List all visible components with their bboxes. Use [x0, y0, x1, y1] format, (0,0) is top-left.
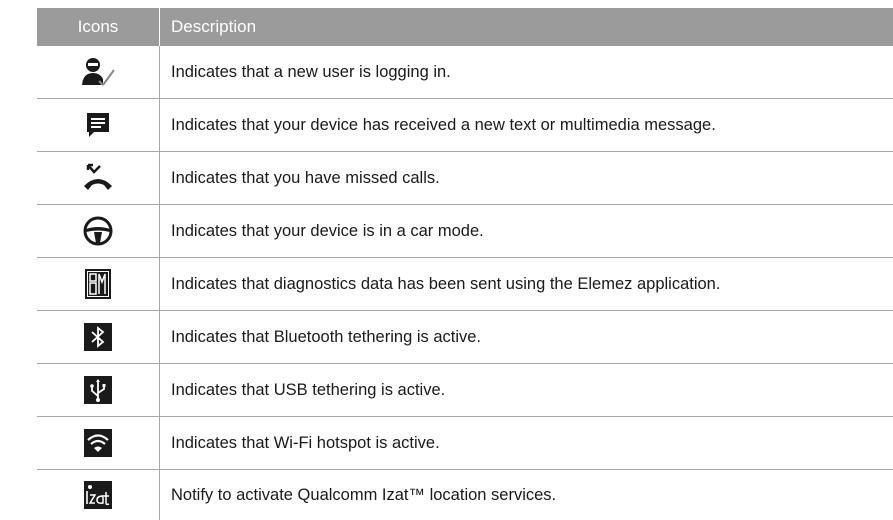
row-description: Notify to activate Qualcomm Izat™ locati… — [171, 485, 557, 504]
usb-tethering-icon — [84, 376, 112, 404]
row-description: Indicates that USB tethering is active. — [171, 380, 446, 399]
row-description: Indicates that your device has received … — [171, 115, 716, 134]
wifi-hotspot-icon — [84, 429, 112, 457]
row-description: Indicates that Wi-Fi hotspot is active. — [171, 433, 440, 452]
bluetooth-tethering-icon — [84, 323, 112, 351]
car-mode-icon — [83, 216, 113, 246]
row-description: Indicates that your device is in a car m… — [171, 221, 484, 240]
table-header: Icons Description — [37, 8, 893, 46]
icons-table: Icons Description Indicates that a new u… — [37, 8, 893, 520]
table-row: Indicates that diagnostics data has been… — [37, 258, 893, 311]
izat-location-icon — [84, 481, 112, 509]
row-description: Indicates that a new user is logging in. — [171, 62, 451, 81]
user-login-icon — [82, 58, 115, 86]
header-description: Description — [171, 17, 257, 36]
table-row: Indicates that Bluetooth tethering is ac… — [37, 311, 893, 364]
table-row: Indicates that your device has received … — [37, 99, 893, 152]
table-row: Indicates that USB tethering is active. — [37, 364, 893, 417]
table-row: Notify to activate Qualcomm Izat™ locati… — [37, 470, 893, 520]
table-row: Indicates that Wi-Fi hotspot is active. — [37, 417, 893, 470]
table-row: Indicates that your device is in a car m… — [37, 205, 893, 258]
elemez-diagnostics-icon — [85, 269, 111, 299]
table-row: Indicates that a new user is logging in. — [37, 46, 893, 99]
header-icons: Icons — [37, 8, 160, 46]
row-description: Indicates that you have missed calls. — [171, 168, 440, 187]
missed-call-icon — [84, 163, 112, 190]
table-row: Indicates that you have missed calls. — [37, 152, 893, 205]
row-description: Indicates that diagnostics data has been… — [171, 274, 721, 293]
message-icon — [87, 113, 109, 137]
row-description: Indicates that Bluetooth tethering is ac… — [171, 327, 482, 346]
